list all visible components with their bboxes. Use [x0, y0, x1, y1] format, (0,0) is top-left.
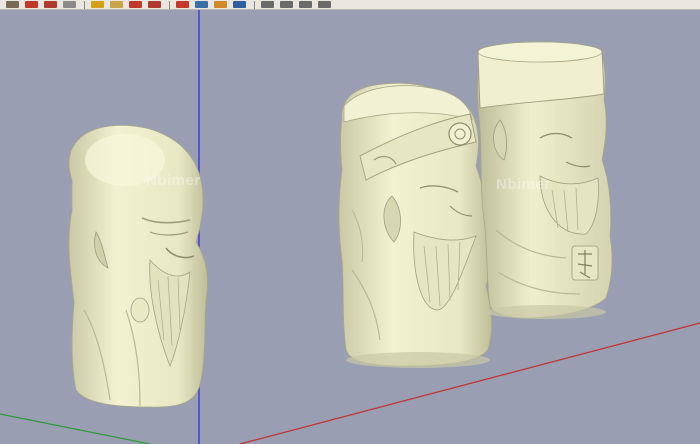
zoom-icon[interactable] — [233, 1, 246, 8]
main-toolbar — [0, 0, 700, 10]
top-view-icon[interactable] — [280, 1, 293, 8]
watermark-left: Nbimer — [146, 172, 201, 189]
iso-view-icon[interactable] — [261, 1, 274, 8]
right-view-icon[interactable] — [318, 1, 331, 8]
model-scene — [0, 10, 700, 444]
offset-icon[interactable] — [148, 1, 161, 8]
rotate-icon[interactable] — [129, 1, 142, 8]
pan-icon[interactable] — [214, 1, 227, 8]
3d-viewport[interactable]: Nbimer Nbimer — [0, 10, 700, 444]
bald-elder-statue[interactable] — [68, 125, 208, 408]
front-view-icon[interactable] — [299, 1, 312, 8]
watermark-right: Nbimer — [496, 176, 551, 193]
eraser-icon[interactable] — [63, 1, 76, 8]
paint-bucket-icon[interactable] — [91, 1, 104, 8]
tape-measure-icon[interactable] — [110, 1, 123, 8]
box-icon[interactable] — [6, 1, 19, 8]
headband-elder-statue[interactable] — [338, 82, 493, 368]
toolbar-separator — [254, 0, 255, 9]
green-axis — [0, 413, 151, 444]
toolbar-separator — [84, 0, 85, 9]
orbit-icon[interactable] — [195, 1, 208, 8]
pencil-icon[interactable] — [25, 1, 38, 8]
move-icon[interactable] — [176, 1, 189, 8]
toolbar-separator — [169, 0, 170, 9]
arc-icon[interactable] — [44, 1, 57, 8]
sketchup-window: Nbimer Nbimer — [0, 0, 700, 444]
